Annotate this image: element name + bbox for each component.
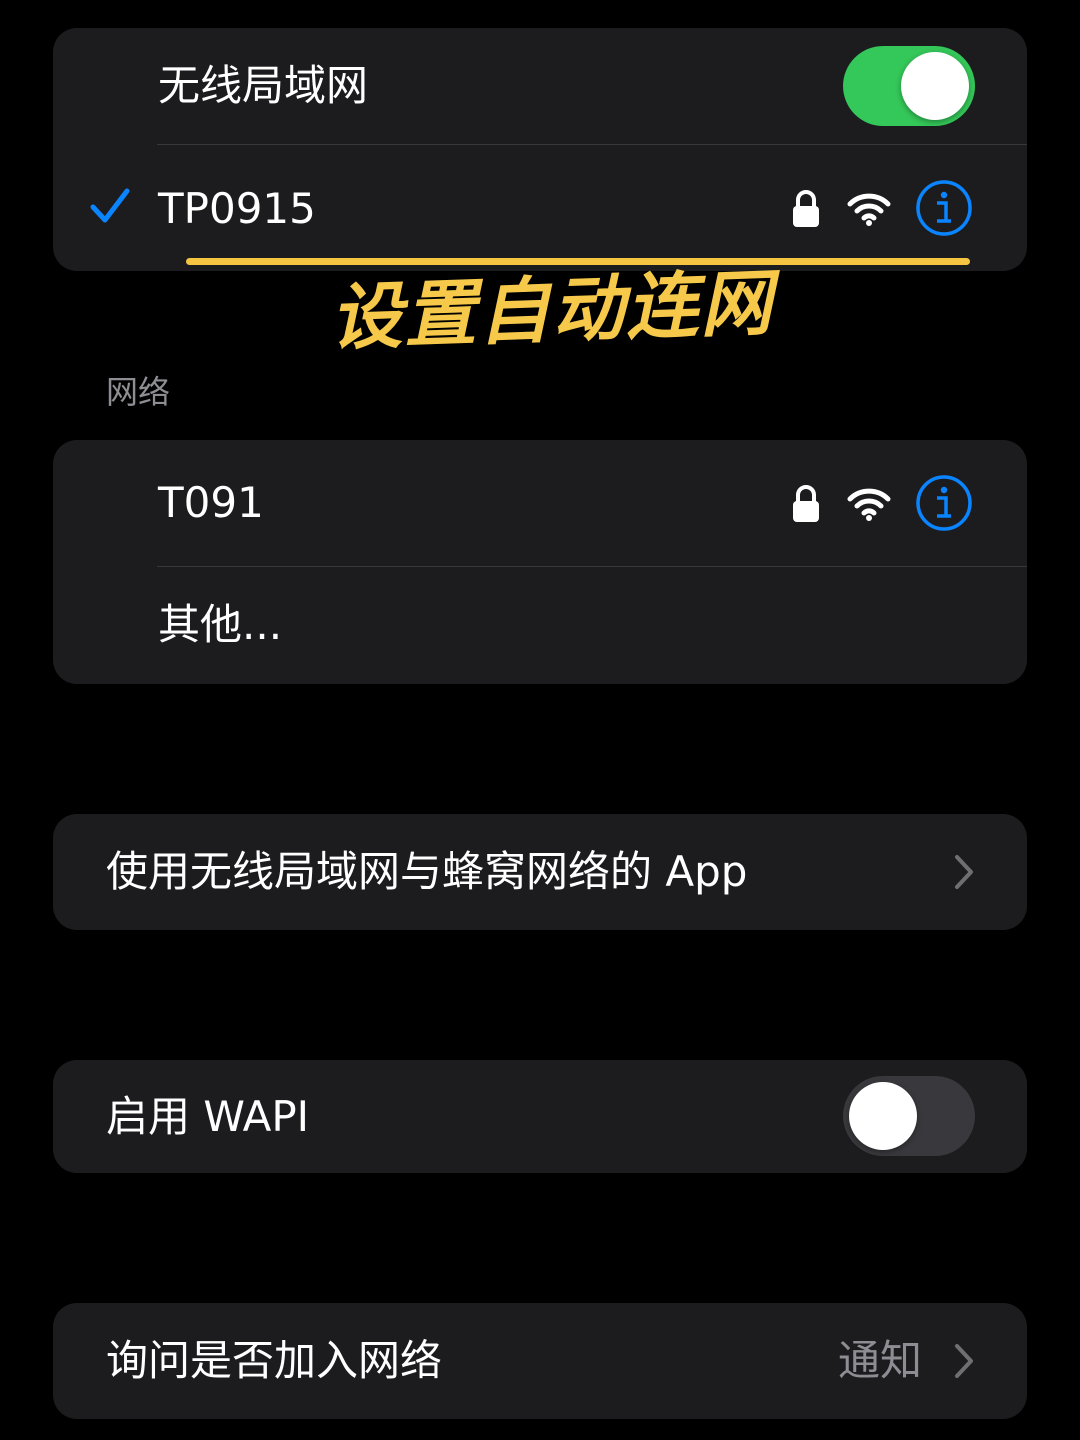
wapi-card: 启用 WAPI: [53, 1060, 1027, 1173]
info-icon[interactable]: [915, 179, 973, 237]
ask-join-value: 通知: [838, 1336, 923, 1385]
connected-network-row[interactable]: TP0915: [53, 145, 1027, 271]
wapi-toggle-knob: [849, 1082, 917, 1150]
networks-card: T091 其他...: [53, 440, 1027, 684]
lock-icon: [793, 190, 819, 227]
wifi-card: 无线局域网 TP0915: [53, 28, 1027, 271]
chevron-right-icon: [955, 855, 973, 889]
ask-join-row-label: 询问是否加入网络: [106, 1336, 443, 1385]
wapi-toggle[interactable]: [843, 1076, 975, 1156]
wifi-toggle[interactable]: [843, 46, 975, 126]
annotation-text: 设置自动连网: [328, 259, 776, 360]
lock-icon: [793, 485, 819, 522]
other-network-label: 其他...: [158, 600, 283, 649]
chevron-right-icon: [955, 1344, 973, 1378]
info-icon[interactable]: [915, 474, 973, 532]
wifi-signal-icon: [847, 193, 891, 226]
ask-join-card[interactable]: 询问是否加入网络 通知: [53, 1303, 1027, 1419]
network-row-t091[interactable]: T091: [53, 440, 1027, 566]
network-name: T091: [158, 478, 264, 527]
apps-card[interactable]: 使用无线局域网与蜂窝网络的 App: [53, 814, 1027, 930]
wifi-signal-icon: [847, 488, 891, 521]
wifi-toggle-row: 无线局域网: [53, 28, 1027, 144]
apps-row-label: 使用无线局域网与蜂窝网络的 App: [106, 847, 748, 896]
checkmark-icon: [90, 188, 130, 223]
network-row-other[interactable]: 其他...: [53, 567, 1027, 684]
wifi-toggle-knob: [901, 52, 969, 120]
networks-section-header: 网络: [106, 373, 171, 411]
wapi-row-label: 启用 WAPI: [106, 1092, 310, 1141]
wifi-title: 无线局域网: [158, 61, 369, 110]
connected-network-name: TP0915: [158, 184, 316, 233]
